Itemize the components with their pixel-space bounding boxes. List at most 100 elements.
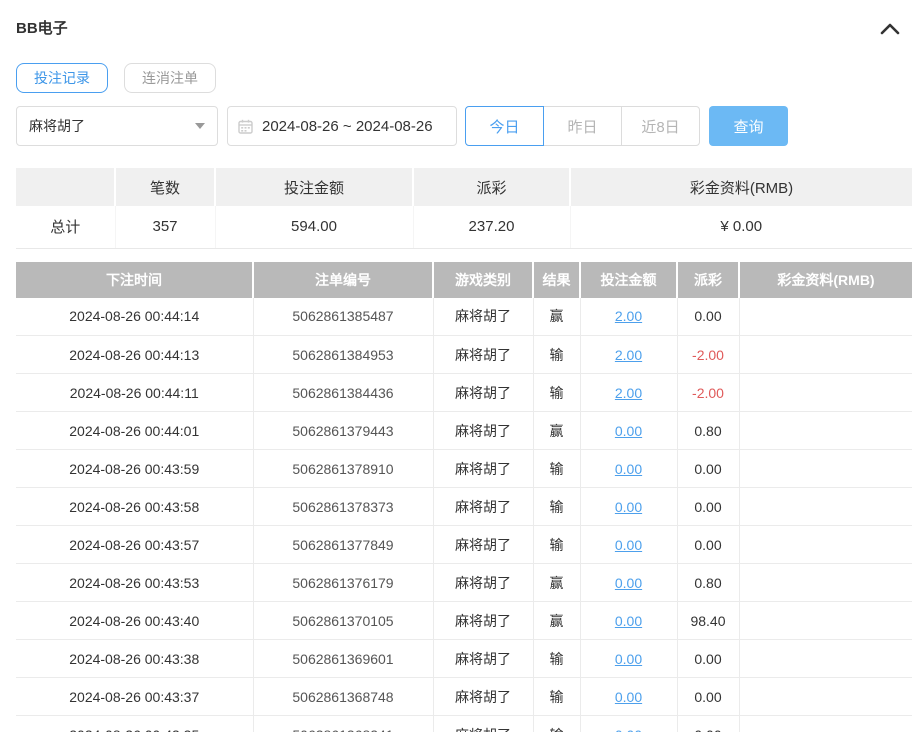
header-game-type: 游戏类别 — [433, 262, 533, 298]
bet-time-cell: 2024-08-26 00:44:11 — [16, 374, 253, 412]
bet-amount-cell: 0.00 — [580, 716, 677, 732]
bonus-cell — [739, 564, 912, 602]
bet-amount-link[interactable]: 2.00 — [615, 385, 642, 401]
table-row: 2024-08-26 00:44:14 5062861385487 麻将胡了 赢… — [16, 298, 912, 336]
result-cell: 赢 — [533, 412, 580, 450]
bet-amount-link[interactable]: 0.00 — [615, 651, 642, 667]
table-row: 2024-08-26 00:44:13 5062861384953 麻将胡了 输… — [16, 336, 912, 374]
date-range-picker[interactable]: 2024-08-26 ~ 2024-08-26 — [227, 106, 457, 146]
bet-time-cell: 2024-08-26 00:43:40 — [16, 602, 253, 640]
bet-time-cell: 2024-08-26 00:43:59 — [16, 450, 253, 488]
bonus-cell — [739, 716, 912, 732]
today-button[interactable]: 今日 — [465, 106, 544, 146]
payout-cell: 0.80 — [677, 564, 739, 602]
result-cell: 输 — [533, 450, 580, 488]
payout-cell: 0.80 — [677, 412, 739, 450]
bonus-cell — [739, 374, 912, 412]
order-no-cell: 5062861369601 — [253, 640, 433, 678]
bet-amount-cell: 0.00 — [580, 412, 677, 450]
bet-amount-link[interactable]: 0.00 — [615, 461, 642, 477]
result-cell: 输 — [533, 678, 580, 716]
bet-amount-cell: 2.00 — [580, 374, 677, 412]
summary-table: 笔数 投注金额 派彩 彩金资料(RMB) 总计 357 594.00 237.2… — [16, 168, 912, 249]
table-row: 2024-08-26 00:43:53 5062861376179 麻将胡了 赢… — [16, 564, 912, 602]
bet-amount-cell: 0.00 — [580, 488, 677, 526]
bet-time-cell: 2024-08-26 00:43:37 — [16, 678, 253, 716]
collapse-button[interactable] — [878, 18, 902, 38]
result-cell: 输 — [533, 716, 580, 732]
game-select[interactable]: 麻将胡了 — [16, 106, 218, 146]
bonus-cell — [739, 412, 912, 450]
bet-amount-link[interactable]: 0.00 — [615, 575, 642, 591]
summary-header-count: 笔数 — [115, 168, 215, 206]
tab-bet-records[interactable]: 投注记录 — [16, 63, 108, 93]
summary-header-blank — [16, 168, 115, 206]
betting-records-panel: BB电子 投注记录 连消注单 麻将胡了 — [0, 0, 912, 732]
result-cell: 输 — [533, 374, 580, 412]
bet-amount-link[interactable]: 2.00 — [615, 308, 642, 324]
table-row: 2024-08-26 00:43:59 5062861378910 麻将胡了 输… — [16, 450, 912, 488]
bet-amount-cell: 0.00 — [580, 450, 677, 488]
payout-cell: 0.00 — [677, 526, 739, 564]
tab-cancelled-orders[interactable]: 连消注单 — [124, 63, 216, 93]
bet-amount-link[interactable]: 0.00 — [615, 499, 642, 515]
game-type-cell: 麻将胡了 — [433, 336, 533, 374]
table-row: 2024-08-26 00:44:01 5062861379443 麻将胡了 赢… — [16, 412, 912, 450]
result-cell: 输 — [533, 336, 580, 374]
result-cell: 输 — [533, 640, 580, 678]
order-no-cell: 5062861370105 — [253, 602, 433, 640]
caret-down-icon — [195, 123, 205, 129]
summary-bonus-value: ¥ 0.00 — [570, 206, 912, 248]
table-row: 2024-08-26 00:44:11 5062861384436 麻将胡了 输… — [16, 374, 912, 412]
bet-table-body: 2024-08-26 00:44:14 5062861385487 麻将胡了 赢… — [16, 298, 912, 732]
bet-amount-cell: 0.00 — [580, 526, 677, 564]
order-no-cell: 5062861368241 — [253, 716, 433, 732]
order-no-cell: 5062861368748 — [253, 678, 433, 716]
game-select-value: 麻将胡了 — [29, 116, 85, 136]
tab-label: 连消注单 — [142, 68, 198, 88]
order-no-cell: 5062861384436 — [253, 374, 433, 412]
bet-amount-link[interactable]: 0.00 — [615, 537, 642, 553]
record-tabs: 投注记录 连消注单 — [16, 63, 912, 93]
bet-amount-link[interactable]: 0.00 — [615, 423, 642, 439]
summary-payout-value: 237.20 — [413, 206, 570, 248]
game-type-cell: 麻将胡了 — [433, 564, 533, 602]
order-no-cell: 5062861385487 — [253, 298, 433, 336]
header-order-no: 注单编号 — [253, 262, 433, 298]
yesterday-button[interactable]: 昨日 — [543, 106, 622, 146]
query-button[interactable]: 查询 — [709, 106, 788, 146]
bet-time-cell: 2024-08-26 00:43:53 — [16, 564, 253, 602]
header-result: 结果 — [533, 262, 580, 298]
bet-amount-link[interactable]: 0.00 — [615, 613, 642, 629]
result-cell: 输 — [533, 526, 580, 564]
filter-bar: 麻将胡了 2024-08-26 ~ 2024-08-26 今日 昨日 近8日 查… — [16, 106, 912, 146]
header-bonus: 彩金资料(RMB) — [739, 262, 912, 298]
header-bet-time: 下注时间 — [16, 262, 253, 298]
bet-amount-cell: 0.00 — [580, 564, 677, 602]
bet-amount-cell: 0.00 — [580, 640, 677, 678]
payout-cell: -2.00 — [677, 336, 739, 374]
game-type-cell: 麻将胡了 — [433, 450, 533, 488]
payout-cell: 0.00 — [677, 450, 739, 488]
bonus-cell — [739, 336, 912, 374]
bonus-cell — [739, 678, 912, 716]
result-cell: 赢 — [533, 564, 580, 602]
chevron-up-icon — [880, 22, 900, 35]
date-range-value: 2024-08-26 ~ 2024-08-26 — [262, 118, 433, 135]
bet-time-cell: 2024-08-26 00:43:58 — [16, 488, 253, 526]
bet-amount-link[interactable]: 2.00 — [615, 347, 642, 363]
bet-time-cell: 2024-08-26 00:43:57 — [16, 526, 253, 564]
payout-cell: 0.00 — [677, 678, 739, 716]
bet-amount-link[interactable]: 0.00 — [615, 689, 642, 705]
bet-amount-link[interactable]: 0.00 — [615, 727, 642, 732]
last-8-days-button[interactable]: 近8日 — [621, 106, 700, 146]
table-row: 2024-08-26 00:43:57 5062861377849 麻将胡了 输… — [16, 526, 912, 564]
order-no-cell: 5062861379443 — [253, 412, 433, 450]
game-type-cell: 麻将胡了 — [433, 412, 533, 450]
summary-bet-amount-value: 594.00 — [215, 206, 413, 248]
payout-cell: 0.00 — [677, 716, 739, 732]
table-row: 2024-08-26 00:43:58 5062861378373 麻将胡了 输… — [16, 488, 912, 526]
bonus-cell — [739, 450, 912, 488]
table-row: 2024-08-26 00:43:40 5062861370105 麻将胡了 赢… — [16, 602, 912, 640]
payout-cell: 0.00 — [677, 640, 739, 678]
